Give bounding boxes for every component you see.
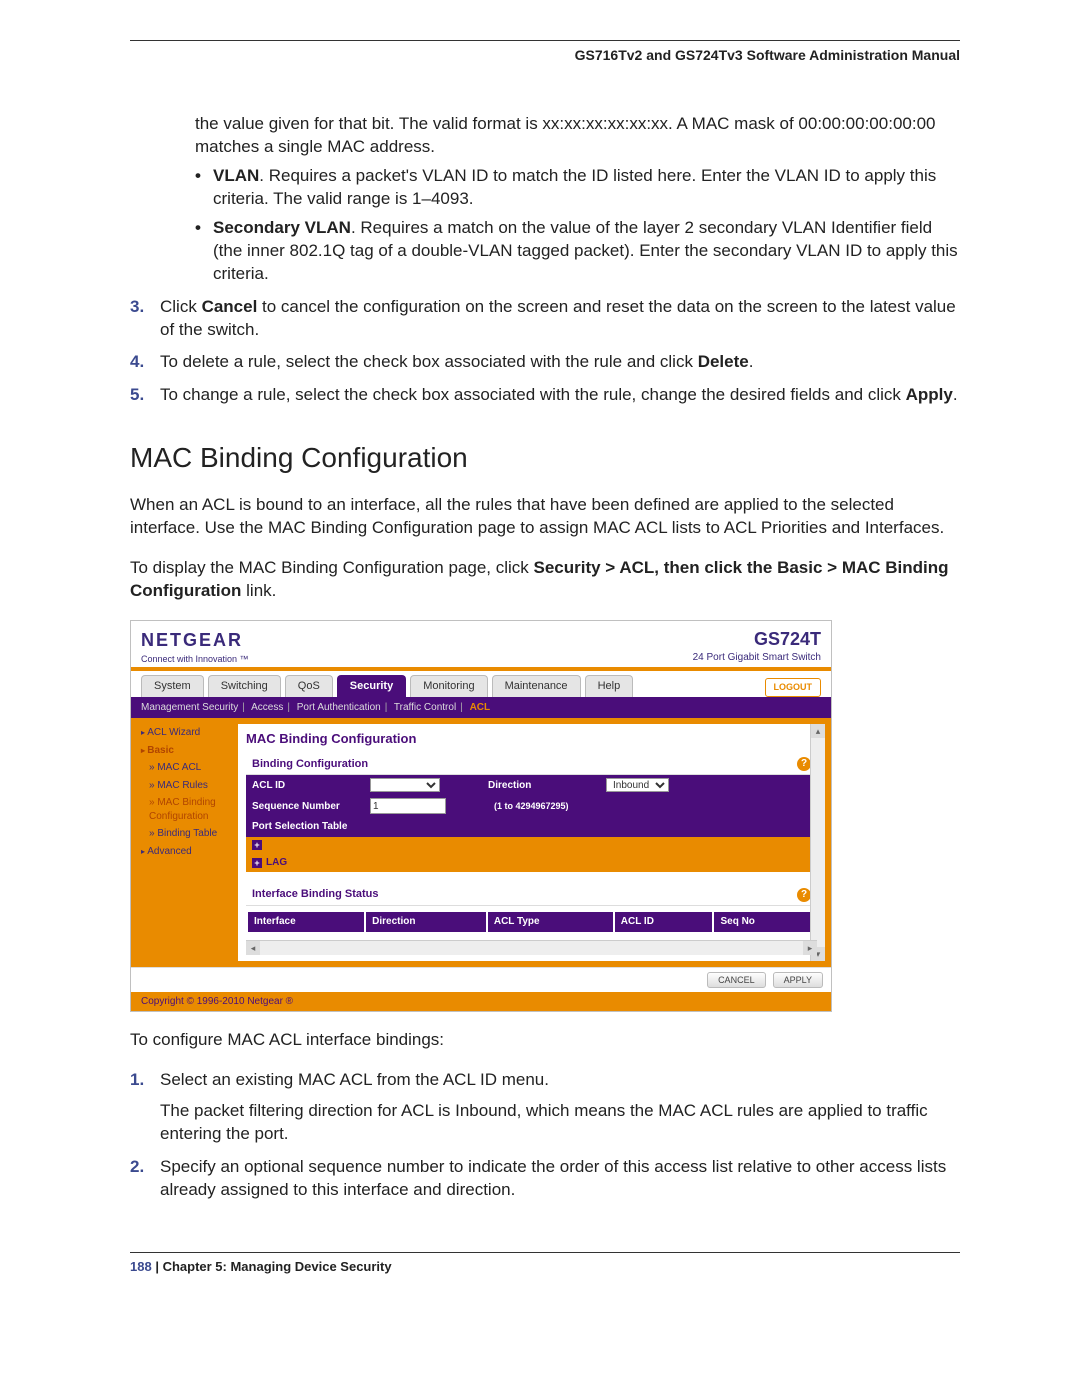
step-number-5: 5. (130, 384, 160, 407)
sequence-number-label: Sequence Number (252, 800, 362, 814)
apply-button[interactable]: APPLY (773, 972, 823, 988)
vlan-label: VLAN (213, 166, 259, 185)
logout-button[interactable]: LOGOUT (765, 678, 822, 696)
subnav-access[interactable]: Access (251, 702, 283, 713)
interface-binding-status-table: Interface Direction ACL Type ACL ID Seq … (246, 910, 817, 934)
col-seq-no: Seq No (714, 912, 815, 932)
subnav-bar: Management Security| Access| Port Authen… (131, 697, 831, 719)
sequence-number-input[interactable] (370, 798, 446, 814)
model-name: GS724T (693, 627, 821, 651)
sidebar-acl-wizard[interactable]: ACL Wizard (137, 724, 232, 742)
step-number-3: 3. (130, 296, 160, 342)
tab-maintenance[interactable]: Maintenance (492, 675, 581, 697)
bullet-icon: • (195, 217, 213, 286)
col-acl-type: ACL Type (488, 912, 613, 932)
footer-sep: | (152, 1259, 163, 1274)
tab-security[interactable]: Security (337, 675, 406, 697)
page-number: 188 (130, 1259, 152, 1274)
tab-monitoring[interactable]: Monitoring (410, 675, 487, 697)
tab-switching[interactable]: Switching (208, 675, 281, 697)
port-row-expand[interactable]: + (246, 837, 817, 853)
lag-label: LAG (266, 856, 287, 870)
bullet-vlan: VLAN. Requires a packet's VLAN ID to mat… (213, 165, 960, 211)
acl-id-label: ACL ID (252, 779, 362, 793)
vertical-scrollbar[interactable]: ▴ ▾ (810, 724, 825, 961)
model-sub: 24 Port Gigabit Smart Switch (693, 651, 821, 665)
continuation-mac-mask: the value given for that bit. The valid … (195, 113, 960, 159)
binding-config-title: Binding Configuration (252, 757, 368, 772)
cancel-button[interactable]: CANCEL (707, 972, 766, 988)
step-4-text: To delete a rule, select the check box a… (160, 351, 960, 374)
subnav-traffic-control[interactable]: Traffic Control (394, 702, 456, 713)
direction-select[interactable]: Inbound (606, 778, 669, 792)
section-intro: When an ACL is bound to an interface, al… (130, 494, 960, 540)
col-acl-id: ACL ID (615, 912, 713, 932)
sequence-range: (1 to 4294967295) (494, 800, 569, 812)
direction-label: Direction (488, 779, 598, 793)
copyright: Copyright © 1996-2010 Netgear ® (131, 992, 831, 1012)
scroll-left-icon[interactable]: ◂ (246, 941, 260, 955)
sidebar-mac-rules[interactable]: » MAC Rules (137, 777, 232, 795)
after-step-1-num: 1. (130, 1069, 160, 1146)
help-icon[interactable]: ? (797, 888, 811, 902)
tab-qos[interactable]: QoS (285, 675, 333, 697)
sidebar-binding-table[interactable]: » Binding Table (137, 825, 232, 843)
step-3-text: Click Cancel to cancel the configuration… (160, 296, 960, 342)
plus-icon[interactable]: + (252, 840, 262, 850)
after-step-1-sub: The packet filtering direction for ACL i… (160, 1100, 960, 1146)
help-icon[interactable]: ? (797, 757, 811, 771)
chapter-title: Chapter 5: Managing Device Security (163, 1259, 392, 1274)
sidebar-basic[interactable]: Basic (137, 742, 232, 760)
step-5-text: To change a rule, select the check box a… (160, 384, 960, 407)
page-footer: 188 | Chapter 5: Managing Device Securit… (130, 1252, 960, 1274)
sidebar-mac-binding-config[interactable]: » MAC Binding Configuration (137, 794, 232, 825)
panel-title: MAC Binding Configuration (246, 730, 817, 748)
port-row-lag[interactable]: + LAG (246, 853, 817, 873)
subnav-port-auth[interactable]: Port Authentication (297, 702, 381, 713)
svlan-label: Secondary VLAN (213, 218, 351, 237)
after-step-1: Select an existing MAC ACL from the ACL … (160, 1069, 960, 1092)
bullet-icon: • (195, 165, 213, 211)
port-selection-table-title: Port Selection Table (246, 817, 817, 837)
sidebar-mac-acl[interactable]: » MAC ACL (137, 759, 232, 777)
tab-help[interactable]: Help (585, 675, 634, 697)
plus-icon[interactable]: + (252, 858, 262, 868)
acl-id-select[interactable] (370, 778, 440, 792)
vlan-text: . Requires a packet's VLAN ID to match t… (213, 166, 936, 208)
embedded-screenshot: NETGEAR Connect with Innovation ™ GS724T… (130, 620, 832, 1012)
brand-tagline: Connect with Innovation ™ (141, 653, 249, 665)
sidebar-advanced[interactable]: Advanced (137, 843, 232, 861)
after-step-2-num: 2. (130, 1156, 160, 1202)
col-interface: Interface (248, 912, 364, 932)
tab-system[interactable]: System (141, 675, 204, 697)
step-number-4: 4. (130, 351, 160, 374)
manual-header: GS716Tv2 and GS724Tv3 Software Administr… (130, 47, 960, 63)
section-nav: To display the MAC Binding Configuration… (130, 557, 960, 603)
subnav-acl[interactable]: ACL (470, 702, 491, 713)
subnav-mgmt-security[interactable]: Management Security (141, 702, 238, 713)
section-heading: MAC Binding Configuration (130, 439, 960, 477)
bullet-secondary-vlan: Secondary VLAN. Requires a match on the … (213, 217, 960, 286)
after-intro: To configure MAC ACL interface bindings: (130, 1029, 960, 1052)
interface-binding-status-title: Interface Binding Status (252, 887, 379, 902)
scroll-right-icon[interactable]: ▸ (803, 941, 817, 955)
col-direction: Direction (366, 912, 486, 932)
after-step-2: Specify an optional sequence number to i… (160, 1156, 960, 1202)
horizontal-scrollbar[interactable]: ◂ ▸ (246, 940, 817, 955)
scroll-up-icon[interactable]: ▴ (811, 724, 825, 738)
brand-logo: NETGEAR (141, 628, 249, 652)
